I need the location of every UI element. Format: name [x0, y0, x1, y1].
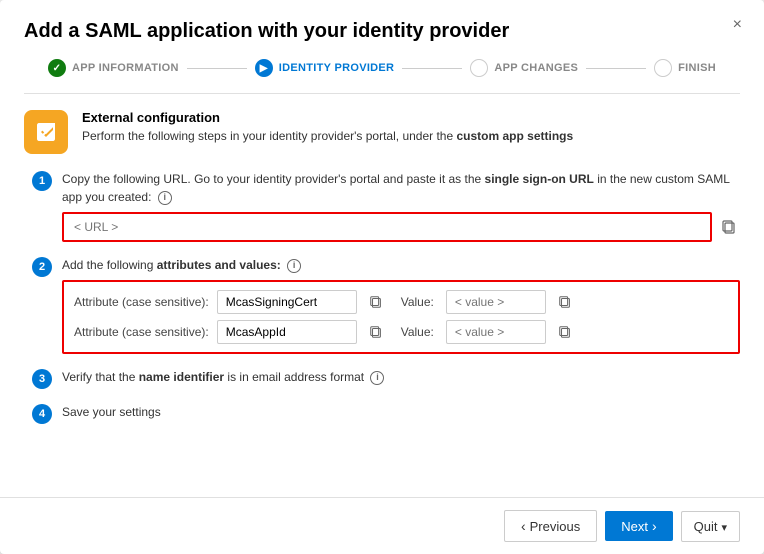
attr-2-copy-icon[interactable] [365, 321, 387, 343]
step-1-text-bold: single sign-on URL [485, 172, 594, 186]
step-connector-2 [402, 68, 462, 69]
step-3-label: APP CHANGES [494, 62, 578, 74]
step-row-1: 1 Copy the following URL. Go to your ide… [32, 170, 740, 242]
attr-1-value-label: Value: [401, 295, 434, 309]
attr-1-name-input[interactable] [217, 290, 357, 314]
quit-label: Quit [694, 519, 718, 534]
dialog-header: Add a SAML application with your identit… [0, 0, 764, 94]
external-link-icon [34, 120, 58, 144]
dialog-footer: Previous Next Quit [0, 497, 764, 554]
attr-2-name-input[interactable] [217, 320, 357, 344]
step-2-info-icon[interactable]: i [287, 259, 301, 273]
step-3-circle [470, 59, 488, 77]
step-num-2: 2 [32, 257, 52, 277]
step-row-4: 4 Save your settings [32, 403, 740, 424]
step-row-2: 2 Add the following attributes and value… [32, 256, 740, 354]
attr-2-label: Attribute (case sensitive): [74, 325, 209, 339]
step-finish: FINISH [654, 59, 716, 77]
attr-1-label: Attribute (case sensitive): [74, 295, 209, 309]
step-section-1: 1 Copy the following URL. Go to your ide… [24, 170, 740, 242]
attributes-block: Attribute (case sensitive): Value: [62, 280, 740, 354]
step-3-text-bold: name identifier [139, 370, 224, 384]
dialog-body: External configuration Perform the follo… [0, 94, 764, 497]
external-config-title: External configuration [82, 110, 573, 125]
step-section-2: 2 Add the following attributes and value… [24, 256, 740, 354]
quit-button[interactable]: Quit [681, 511, 740, 542]
step-2-circle: ▶ [255, 59, 273, 77]
attr-2-value-input[interactable] [446, 320, 546, 344]
step-4-circle [654, 59, 672, 77]
step-1-circle: ✓ [48, 59, 66, 77]
external-config-icon-box [24, 110, 68, 154]
external-config-text: External configuration Perform the follo… [82, 110, 573, 143]
previous-button[interactable]: Previous [504, 510, 597, 542]
step-1-info-icon[interactable]: i [158, 191, 172, 205]
step-3-text-start: Verify that the [62, 370, 139, 384]
step-2-label: IDENTITY PROVIDER [279, 62, 395, 74]
step-section-4: 4 Save your settings [24, 403, 740, 424]
step-num-4: 4 [32, 404, 52, 424]
attr-row-1: Attribute (case sensitive): Value: [74, 290, 728, 314]
step-2-text-start: Add the following [62, 258, 157, 272]
step-row-3: 3 Verify that the name identifier is in … [32, 368, 740, 389]
attr-row-2: Attribute (case sensitive): Value: [74, 320, 728, 344]
step-4-content: Save your settings [62, 403, 740, 421]
step-connector-1 [187, 68, 247, 69]
close-button[interactable]: × [725, 12, 750, 38]
url-box-wrapper [62, 212, 740, 242]
quit-chevron-down-icon [721, 519, 727, 534]
step-app-information: ✓ APP INFORMATION [48, 59, 179, 77]
step-2-content: Add the following attributes and values:… [62, 256, 740, 354]
external-config-header: External configuration Perform the follo… [24, 110, 740, 154]
step-section-3: 3 Verify that the name identifier is in … [24, 368, 740, 389]
url-input[interactable] [62, 212, 712, 242]
step-3-text-end: is in email address format [224, 370, 364, 384]
step-3-content: Verify that the name identifier is in em… [62, 368, 740, 386]
step-num-3: 3 [32, 369, 52, 389]
attr-1-value-copy-icon[interactable] [554, 291, 576, 313]
attr-1-value-input[interactable] [446, 290, 546, 314]
previous-label: Previous [530, 519, 581, 534]
saml-dialog: × Add a SAML application with your ident… [0, 0, 764, 554]
step-1-label: APP INFORMATION [72, 62, 179, 74]
url-copy-icon[interactable] [718, 216, 740, 238]
chevron-right-icon [652, 518, 657, 534]
next-label: Next [621, 519, 648, 534]
dialog-title: Add a SAML application with your identit… [24, 20, 740, 43]
step-3-info-icon[interactable]: i [370, 371, 384, 385]
step-num-1: 1 [32, 171, 52, 191]
step-2-text-bold: attributes and values: [157, 258, 281, 272]
attr-1-copy-icon[interactable] [365, 291, 387, 313]
external-config-description: Perform the following steps in your iden… [82, 129, 573, 143]
step-4-label: FINISH [678, 62, 716, 74]
step-1-content: Copy the following URL. Go to your ident… [62, 170, 740, 242]
step-app-changes: APP CHANGES [470, 59, 578, 77]
step-connector-3 [586, 68, 646, 69]
step-1-text-start: Copy the following URL. Go to your ident… [62, 172, 485, 186]
attr-2-value-label: Value: [401, 325, 434, 339]
chevron-left-icon [521, 518, 526, 534]
step-identity-provider: ▶ IDENTITY PROVIDER [255, 59, 395, 77]
attr-2-value-copy-icon[interactable] [554, 321, 576, 343]
next-button[interactable]: Next [605, 511, 672, 541]
stepper: ✓ APP INFORMATION ▶ IDENTITY PROVIDER AP… [24, 59, 740, 94]
step-4-text: Save your settings [62, 403, 740, 421]
